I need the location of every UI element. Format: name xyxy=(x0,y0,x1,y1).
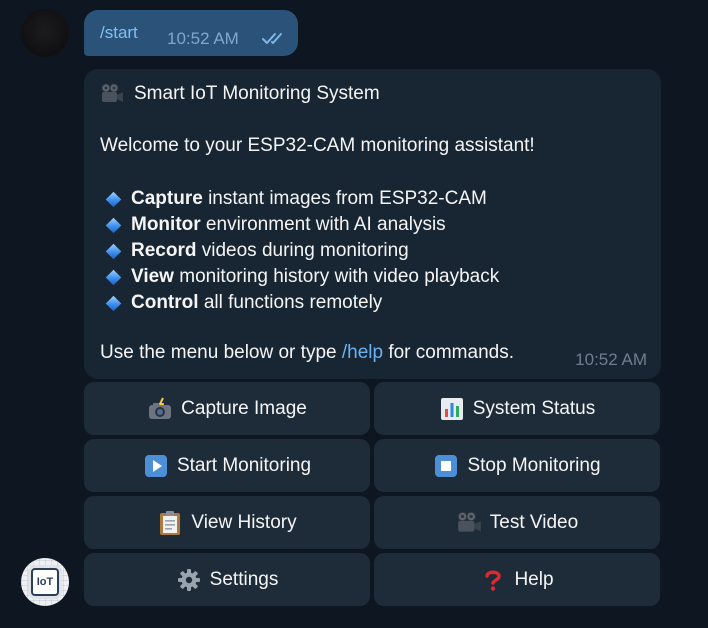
welcome-text: Welcome to your ESP32-CAM monitoring ass… xyxy=(100,135,535,156)
capture-image-button[interactable]: Capture Image xyxy=(84,382,370,435)
test-video-button[interactable]: Test Video xyxy=(374,496,660,549)
help-command-link[interactable]: /help xyxy=(342,342,383,363)
movie-camera-icon xyxy=(456,510,482,536)
chat-view: /start 10:52 AM Smart IoT Monitoring Sys… xyxy=(0,0,708,628)
message-title-line: Smart IoT Monitoring System xyxy=(100,83,380,105)
feature-list: Capture instant images from ESP32-CAM Mo… xyxy=(104,186,499,316)
view-history-button[interactable]: View History xyxy=(84,496,370,549)
feature-description: instant images from ESP32-CAM xyxy=(202,188,487,209)
clipboard-icon xyxy=(157,510,183,536)
feature-item: View monitoring history with video playb… xyxy=(104,264,499,290)
movie-camera-icon xyxy=(101,83,123,102)
gear-icon xyxy=(176,567,202,593)
red-question-mark-icon xyxy=(480,567,506,593)
blue-diamond-icon xyxy=(105,295,122,311)
stop-monitoring-label: Stop Monitoring xyxy=(467,454,601,476)
start-monitoring-label: Start Monitoring xyxy=(176,454,312,476)
feature-item: Record videos during monitoring xyxy=(104,238,499,264)
blue-diamond-icon xyxy=(105,191,122,207)
feature-keyword: Record xyxy=(131,240,197,261)
blue-diamond-icon xyxy=(105,269,122,285)
outgoing-message-time: 10:52 AM xyxy=(167,29,239,48)
user-avatar[interactable] xyxy=(21,9,69,57)
blue-diamond-icon xyxy=(105,243,122,259)
message-title: Smart IoT Monitoring System xyxy=(134,83,380,104)
system-status-button[interactable]: System Status xyxy=(374,382,660,435)
outgoing-message-text[interactable]: /start xyxy=(100,23,138,43)
start-monitoring-button[interactable]: Start Monitoring xyxy=(84,439,370,492)
capture-image-label: Capture Image xyxy=(181,397,307,419)
feature-keyword: View xyxy=(131,266,174,287)
blue-diamond-icon xyxy=(105,217,122,233)
incoming-message-bubble[interactable]: Smart IoT Monitoring System Welcome to y… xyxy=(84,69,661,379)
bar-chart-icon xyxy=(439,396,465,422)
feature-item: Capture instant images from ESP32-CAM xyxy=(104,186,499,212)
feature-description: monitoring history with video playback xyxy=(173,266,500,287)
iot-chip-icon: IoT xyxy=(31,568,59,596)
footer-suffix: for commands. xyxy=(383,342,514,363)
footer-prefix: Use the menu below or type xyxy=(100,342,342,363)
feature-description: environment with AI analysis xyxy=(200,214,446,235)
feature-description: all functions remotely xyxy=(198,292,383,313)
stop-button-icon xyxy=(433,453,459,479)
feature-keyword: Capture xyxy=(131,188,203,209)
footer-text: Use the menu below or type /help for com… xyxy=(100,342,514,364)
camera-flash-icon xyxy=(147,396,173,422)
help-label: Help xyxy=(514,568,554,590)
system-status-label: System Status xyxy=(472,397,596,419)
settings-label: Settings xyxy=(209,568,279,590)
double-check-icon xyxy=(262,33,282,44)
outgoing-message-bubble[interactable]: /start 10:52 AM xyxy=(84,10,298,56)
incoming-message-time: 10:52 AM xyxy=(575,350,647,369)
test-video-label: Test Video xyxy=(489,511,579,533)
feature-keyword: Monitor xyxy=(131,214,201,235)
feature-item: Monitor environment with AI analysis xyxy=(104,212,499,238)
play-button-icon xyxy=(143,453,169,479)
feature-item: Control all functions remotely xyxy=(104,290,499,316)
stop-monitoring-button[interactable]: Stop Monitoring xyxy=(374,439,660,492)
view-history-label: View History xyxy=(191,511,297,533)
bot-avatar-label: IoT xyxy=(36,576,54,588)
feature-keyword: Control xyxy=(131,292,199,313)
help-button[interactable]: Help xyxy=(374,553,660,606)
settings-button[interactable]: Settings xyxy=(84,553,370,606)
feature-description: videos during monitoring xyxy=(196,240,409,261)
bot-avatar[interactable]: IoT xyxy=(21,558,69,606)
